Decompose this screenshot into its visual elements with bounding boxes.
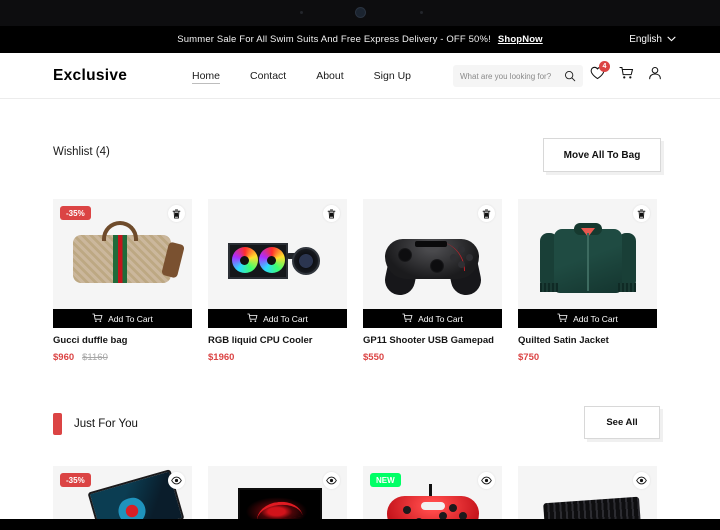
- product-price: $1960: [208, 352, 235, 363]
- brand-logo[interactable]: Exclusive: [53, 67, 127, 85]
- product-price-group: $1960: [208, 352, 347, 363]
- add-to-cart-button[interactable]: Add To Cart: [518, 309, 657, 328]
- wishlist-card: -35% Add To Cart Gucci duffle bag $960 $…: [53, 199, 192, 363]
- browser-viewport: Summer Sale For All Swim Suits And Free …: [0, 0, 720, 530]
- eye-icon[interactable]: [168, 472, 185, 489]
- cart-icon: [92, 313, 103, 325]
- product-thumbnail[interactable]: [363, 199, 502, 309]
- site-header: Exclusive Home Contact About Sign Up 4: [0, 53, 720, 99]
- search-icon[interactable]: [564, 70, 576, 82]
- wishlist-card: Add To Cart GP11 Shooter USB Gamepad $55…: [363, 199, 502, 363]
- trash-icon[interactable]: [323, 205, 340, 222]
- eye-icon[interactable]: [478, 472, 495, 489]
- new-badge: NEW: [370, 473, 401, 487]
- promo-banner-text-group: Summer Sale For All Swim Suits And Free …: [177, 34, 542, 45]
- language-selector[interactable]: English: [629, 26, 676, 53]
- product-price-group: $550: [363, 352, 502, 363]
- product-price: $960: [53, 352, 75, 363]
- add-to-cart-button[interactable]: Add To Cart: [53, 309, 192, 328]
- nav-item-signup[interactable]: Sign Up: [374, 70, 411, 84]
- add-to-cart-label: Add To Cart: [263, 313, 308, 324]
- product-title[interactable]: Quilted Satin Jacket: [518, 335, 657, 346]
- eye-icon[interactable]: [323, 472, 340, 489]
- search-input[interactable]: [460, 71, 560, 81]
- promo-message: Summer Sale For All Swim Suits And Free …: [177, 34, 491, 45]
- add-to-cart-button[interactable]: Add To Cart: [208, 309, 347, 328]
- header-icon-group: 4: [590, 61, 662, 80]
- device-chrome-bar: [0, 0, 720, 26]
- add-to-cart-label: Add To Cart: [108, 313, 153, 324]
- trash-icon[interactable]: [633, 205, 650, 222]
- move-all-to-bag-button[interactable]: Move All To Bag: [543, 138, 661, 172]
- cart-icon[interactable]: [619, 66, 634, 80]
- account-user-icon[interactable]: [648, 66, 662, 80]
- product-price-group: $750: [518, 352, 657, 363]
- wishlist-heading: Wishlist (4): [53, 146, 110, 158]
- trash-icon[interactable]: [478, 205, 495, 222]
- webcam-icon: [356, 8, 365, 17]
- nav-item-about[interactable]: About: [316, 70, 343, 84]
- cart-icon: [557, 313, 568, 325]
- product-price: $750: [518, 352, 540, 363]
- product-title[interactable]: GP11 Shooter USB Gamepad: [363, 335, 502, 346]
- product-thumbnail[interactable]: [518, 199, 657, 309]
- promo-banner: Summer Sale For All Swim Suits And Free …: [0, 26, 720, 53]
- just-for-you-heading: Just For You: [53, 413, 138, 435]
- product-thumbnail[interactable]: -35%: [53, 199, 192, 309]
- product-title[interactable]: RGB liquid CPU Cooler: [208, 335, 347, 346]
- product-old-price: $1160: [82, 352, 108, 363]
- chevron-down-icon: [667, 34, 676, 45]
- main-navigation: Home Contact About Sign Up: [192, 70, 411, 84]
- search-box[interactable]: [453, 65, 583, 87]
- add-to-cart-label: Add To Cart: [573, 313, 618, 324]
- cart-icon: [247, 313, 258, 325]
- discount-badge: -35%: [60, 473, 91, 487]
- wishlist-card: Add To Cart Quilted Satin Jacket $750: [518, 199, 657, 363]
- nav-item-home[interactable]: Home: [192, 70, 221, 84]
- add-to-cart-label: Add To Cart: [418, 313, 463, 324]
- product-thumbnail[interactable]: [208, 199, 347, 309]
- discount-badge: -35%: [60, 206, 91, 220]
- cart-icon: [402, 313, 413, 325]
- product-title[interactable]: Gucci duffle bag: [53, 335, 192, 346]
- eye-icon[interactable]: [633, 472, 650, 489]
- product-price: $550: [363, 352, 385, 363]
- language-label: English: [629, 34, 662, 45]
- chrome-sensor-left-icon: [300, 11, 303, 14]
- add-to-cart-button[interactable]: Add To Cart: [363, 309, 502, 328]
- shop-now-link[interactable]: ShopNow: [498, 34, 543, 45]
- page-footer-strip: [0, 519, 720, 530]
- product-price-group: $960 $1160: [53, 352, 192, 363]
- see-all-button[interactable]: See All: [584, 406, 660, 439]
- wishlist-count-badge: 4: [599, 61, 610, 72]
- wishlist-card: Add To Cart RGB liquid CPU Cooler $1960: [208, 199, 347, 363]
- wishlist-heart-icon[interactable]: 4: [590, 61, 610, 80]
- trash-icon[interactable]: [168, 205, 185, 222]
- nav-item-contact[interactable]: Contact: [250, 70, 286, 84]
- section-accent-bar: [53, 413, 62, 435]
- chrome-sensor-right-icon: [420, 11, 423, 14]
- just-for-you-label: Just For You: [74, 418, 138, 430]
- wishlist-product-grid: -35% Add To Cart Gucci duffle bag $960 $…: [53, 199, 657, 363]
